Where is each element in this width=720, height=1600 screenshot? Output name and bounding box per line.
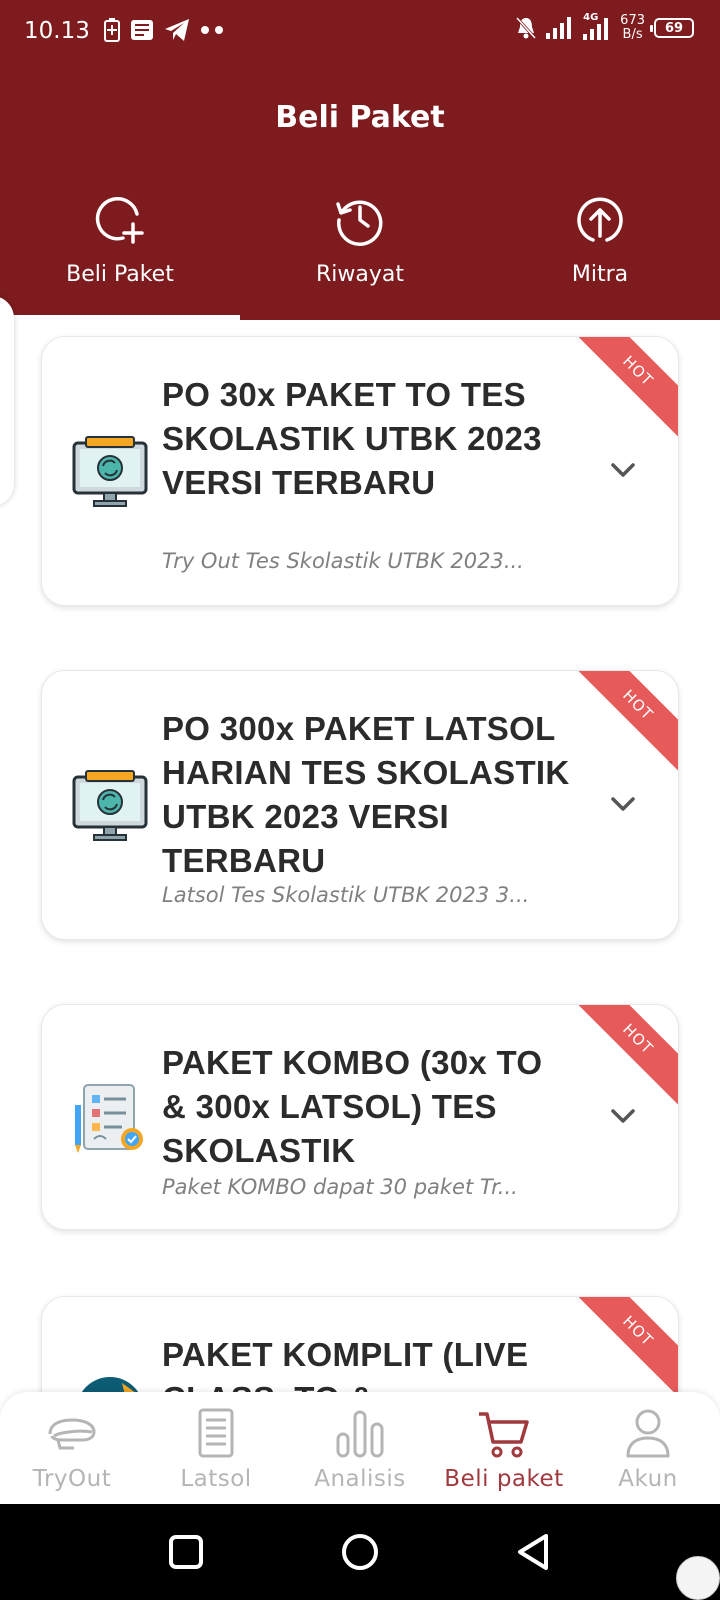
hot-badge: HOT [570, 337, 678, 445]
system-navigation-bar [0, 1504, 720, 1600]
package-title: PAKET KOMPLIT (LIVE CLASS, TO & [162, 1336, 529, 1392]
nav-tryout[interactable]: TryOut [0, 1392, 144, 1504]
side-drawer-handle[interactable] [0, 296, 14, 506]
signal-icon [546, 17, 572, 39]
nav-latsol[interactable]: Latsol [144, 1392, 288, 1504]
chevron-down-icon[interactable] [606, 787, 640, 821]
chevron-down-icon[interactable] [606, 453, 640, 487]
signal-4g-icon [583, 18, 609, 40]
bell-off-icon [516, 16, 537, 40]
package-title: PAKET KOMBO (30x TO & 300x LATSOL) TES S… [162, 1044, 543, 1169]
monitor-sync-icon [72, 436, 148, 507]
history-icon [336, 200, 383, 246]
status-time: 10.13 [24, 18, 90, 44]
page-title: Beli Paket [275, 100, 445, 135]
hot-badge: HOT [570, 671, 678, 779]
document-icon [198, 1408, 234, 1458]
nav-label: Akun [618, 1466, 678, 1492]
monitor-sync-icon [72, 770, 148, 841]
screen: 10.13 4G 673 B/s 69 Beli Paket Beli Pake… [0, 0, 720, 1600]
battery-level: 69 [664, 20, 684, 36]
news-icon [131, 20, 153, 40]
net-speed-unit: B/s [622, 27, 643, 42]
back-icon[interactable] [514, 1532, 554, 1572]
nav-akun[interactable]: Akun [576, 1392, 720, 1504]
package-list: PO 30x PAKET TO TES SKOLASTIK UTBK 2023 … [0, 320, 720, 1392]
nav-label: Analisis [314, 1466, 406, 1492]
tab-mitra[interactable]: Mitra [480, 192, 720, 320]
nav-beli-paket[interactable]: Beli paket [432, 1392, 576, 1504]
nav-label: TryOut [32, 1466, 112, 1492]
package-card[interactable]: PAKET KOMBO (30x TO & 300x LATSOL) TES S… [41, 1004, 679, 1230]
battery-charging-icon [104, 18, 120, 42]
tab-label: Beli Paket [66, 262, 174, 287]
bar-chart-icon [336, 1410, 384, 1458]
nav-label: Latsol [180, 1466, 252, 1492]
bottom-nav: TryOut Latsol Analisis Beli paket Akun [0, 1392, 720, 1504]
tab-riwayat[interactable]: Riwayat [240, 192, 480, 320]
cart-icon [479, 1412, 529, 1458]
upload-circle-icon [577, 197, 623, 242]
hot-badge: HOT [570, 1005, 678, 1113]
assistant-bubble[interactable] [676, 1556, 720, 1600]
header: 10.13 4G 673 B/s 69 Beli Paket Beli Pake… [0, 0, 720, 320]
package-description: Paket KOMBO dapat 30 paket Tr... [162, 1175, 518, 1199]
hot-ribbon: HOT [570, 1005, 678, 1113]
more-dots-icon [201, 26, 223, 34]
package-title: PO 300x PAKET LATSOL HARIAN TES SKOLASTI… [162, 710, 570, 879]
status-system-icons: 4G 673 B/s 69 [515, 12, 694, 42]
status-notification-icons [104, 18, 226, 42]
user-icon [626, 1409, 670, 1458]
package-card[interactable]: PO 300x PAKET LATSOL HARIAN TES SKOLASTI… [41, 670, 679, 940]
net-speed: 673 B/s [620, 14, 645, 42]
package-card[interactable]: PO 30x PAKET TO TES SKOLASTIK UTBK 2023 … [41, 336, 679, 606]
live-class-icon [81, 1377, 139, 1392]
tab-beli-paket[interactable]: Beli Paket [0, 192, 240, 320]
hot-ribbon: HOT [570, 1297, 678, 1392]
checklist-clipboard-icon [75, 1084, 143, 1153]
recent-apps-icon[interactable] [166, 1532, 206, 1572]
hot-badge: HOT [570, 1297, 678, 1392]
helmet-icon [48, 1418, 96, 1450]
tab-label: Riwayat [316, 262, 404, 287]
home-icon[interactable] [340, 1532, 380, 1572]
telegram-icon [165, 19, 189, 41]
signal-4g: 4G [581, 12, 611, 40]
hot-ribbon: HOT [570, 337, 678, 445]
nav-analisis[interactable]: Analisis [288, 1392, 432, 1504]
package-description: Latsol Tes Skolastik UTBK 2023 3... [162, 883, 530, 907]
tab-label: Mitra [571, 262, 629, 287]
battery-indicator: 69 [650, 18, 694, 38]
top-tabs: Beli Paket Riwayat Mitra [0, 192, 720, 320]
net-speed-value: 673 [620, 13, 645, 28]
status-bar: 10.13 4G 673 B/s 69 [0, 0, 720, 64]
hot-ribbon: HOT [570, 671, 678, 779]
nav-label: Beli paket [444, 1466, 564, 1492]
package-card[interactable]: PAKET KOMPLIT (LIVE CLASS, TO & HOT [41, 1296, 679, 1392]
package-title: PO 30x PAKET TO TES SKOLASTIK UTBK 2023 … [162, 376, 542, 501]
add-circle-icon [95, 197, 144, 244]
package-description: Try Out Tes Skolastik UTBK 2023... [162, 549, 524, 573]
